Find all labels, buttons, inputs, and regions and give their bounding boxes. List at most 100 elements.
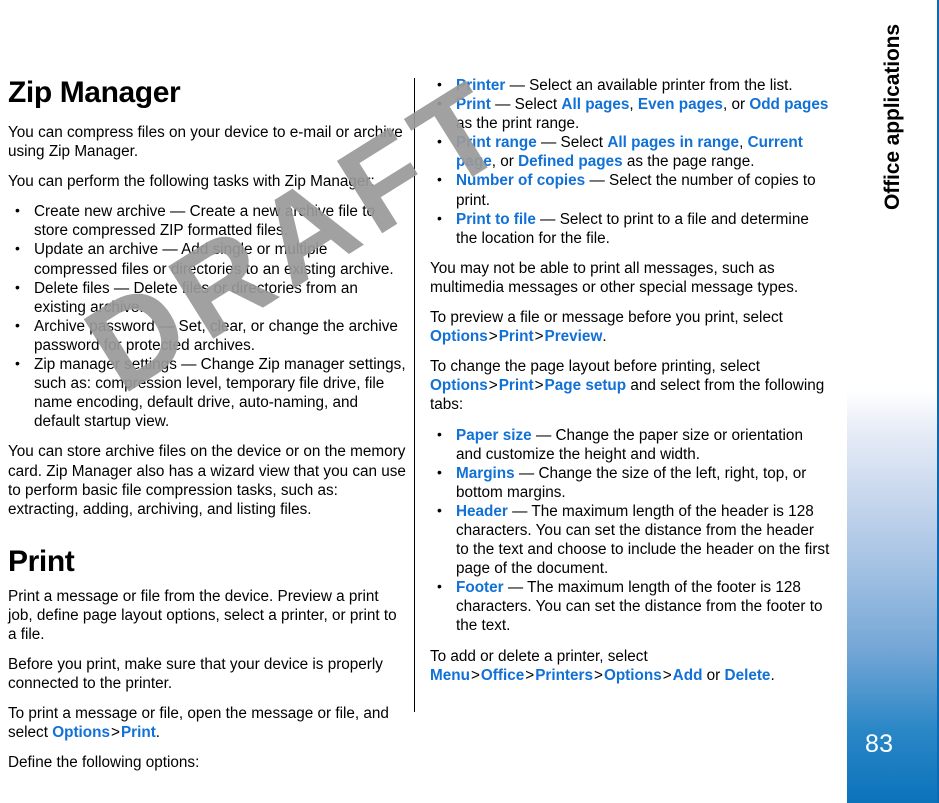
em-dash: —	[158, 317, 175, 335]
bullet-term: Update an archive	[34, 241, 159, 259]
tab-term-margins[interactable]: Margins	[456, 465, 515, 482]
path-separator: >	[534, 377, 544, 395]
print-intro-paragraph: Print a message or file from the device.…	[8, 587, 397, 643]
menu-path-options[interactable]: Options	[52, 724, 110, 741]
option-term-print[interactable]: Print	[456, 96, 491, 113]
em-dash: —	[181, 356, 197, 374]
bullet-term: Delete files	[34, 279, 110, 297]
howto-suffix: .	[155, 724, 161, 742]
list-item: Footer — The maximum length of the foote…	[430, 577, 830, 635]
bullet-term: Archive password	[34, 317, 155, 335]
page-content: Zip Manager You can compress files on yo…	[0, 0, 847, 803]
em-dash: —	[518, 464, 535, 482]
tab-term-paper-size[interactable]: Paper size	[456, 427, 532, 444]
option-term-print-to-file[interactable]: Print to file	[456, 211, 536, 228]
list-item: Number of copies — Select the number of …	[430, 170, 830, 209]
option-description: Select an available printer from the lis…	[529, 77, 793, 94]
intro-paragraph: You can compress files on your device to…	[8, 124, 403, 161]
menu-path-options[interactable]: Options	[430, 328, 488, 345]
tasks-lead: You can perform the following tasks with…	[8, 173, 375, 191]
option-text-after: as the print range.	[456, 115, 580, 133]
option-text-after: as the page range.	[622, 153, 755, 171]
path-separator: >	[662, 666, 672, 684]
menu-path-preview[interactable]: Preview	[545, 328, 603, 345]
em-dash: —	[162, 241, 178, 259]
option-term-number-of-copies[interactable]: Number of copies	[456, 172, 585, 189]
add-delete-printer-paragraph: To add or delete a printer, select Menu>…	[430, 647, 830, 685]
page-number: 83	[865, 730, 894, 758]
list-item: Margins — Change the size of the left, r…	[430, 463, 830, 502]
menu-path-options[interactable]: Options	[430, 377, 488, 394]
em-dash: —	[170, 203, 186, 221]
bullet-term: Zip manager settings	[34, 356, 177, 374]
manual-page: Zip Manager You can compress files on yo…	[0, 0, 939, 803]
action-add[interactable]: Add	[673, 667, 703, 684]
chapter-sidebar: Office applications 83	[847, 0, 939, 803]
preview-paragraph: To preview a file or message before you …	[430, 308, 830, 346]
menu-path-print[interactable]: Print	[499, 377, 534, 394]
section-heading-print: Print	[8, 544, 75, 578]
menu-path-printers[interactable]: Printers	[535, 667, 593, 684]
menu-path-page-setup[interactable]: Page setup	[545, 377, 627, 394]
page-layout-paragraph: To change the page layout before printin…	[430, 357, 830, 414]
path-separator: >	[470, 666, 480, 684]
list-item: Print — Select All pages, Even pages, or…	[430, 94, 830, 133]
em-dash: —	[495, 96, 511, 114]
chapter-title: Office applications	[881, 24, 904, 210]
preview-prefix: To preview a file or message before you …	[430, 309, 783, 327]
page-setup-tab-list: Paper size — Change the paper size or or…	[430, 424, 830, 636]
path-separator: >	[488, 328, 498, 346]
tab-term-header[interactable]: Header	[456, 503, 508, 520]
limitation-paragraph: You may not be able to print all message…	[430, 259, 799, 296]
define-options-lead: Define the following options:	[8, 754, 200, 772]
em-dash: —	[113, 279, 130, 297]
value-defined-pages[interactable]: Defined pages	[518, 153, 623, 170]
em-dash: —	[540, 210, 556, 228]
value-odd-pages[interactable]: Odd pages	[749, 96, 828, 113]
em-dash: —	[535, 426, 552, 444]
layout-prefix: To change the page layout before printin…	[430, 358, 760, 376]
add-delete-suffix: .	[770, 666, 775, 684]
em-dash: —	[507, 579, 524, 597]
menu-path-office[interactable]: Office	[481, 667, 524, 684]
em-dash: —	[541, 134, 557, 152]
page-title: Zip Manager	[8, 76, 181, 109]
zip-task-list: Create new archive — Create a new archiv…	[8, 201, 406, 431]
storage-paragraph: You can store archive files on the devic…	[8, 443, 406, 518]
left-column: Zip Manager You can compress files on yo…	[8, 76, 406, 773]
action-delete[interactable]: Delete	[725, 667, 771, 684]
path-separator: >	[525, 666, 535, 684]
conjunction: or	[702, 666, 725, 684]
value-all-pages-in-range[interactable]: All pages in range	[607, 134, 739, 151]
value-all-pages[interactable]: All pages	[561, 96, 629, 113]
option-text-before: Select	[560, 134, 608, 152]
list-item: Zip manager settings — Change Zip manage…	[8, 354, 406, 431]
tab-term-footer[interactable]: Footer	[456, 579, 504, 596]
bullet-term: Create new archive	[34, 203, 166, 221]
em-dash: —	[509, 77, 525, 94]
list-item: Create new archive — Create a new archiv…	[8, 201, 406, 240]
list-item: Header — The maximum length of the heade…	[430, 501, 830, 578]
right-column: Printer — Select an available printer fr…	[430, 75, 830, 685]
value-even-pages[interactable]: Even pages	[638, 96, 723, 113]
path-separator: >	[534, 328, 544, 346]
menu-path-menu[interactable]: Menu	[430, 667, 470, 684]
path-separator: >	[111, 724, 120, 742]
list-item: Printer — Select an available printer fr…	[430, 75, 830, 95]
option-term-printer[interactable]: Printer	[456, 77, 505, 94]
preview-suffix: .	[602, 328, 607, 346]
path-separator: >	[488, 377, 498, 395]
print-connection-paragraph: Before you print, make sure that your de…	[8, 656, 383, 693]
option-text-before: Select	[514, 96, 562, 114]
option-term-print-range[interactable]: Print range	[456, 134, 537, 151]
list-item: Delete files — Delete files or directori…	[8, 278, 406, 317]
list-item: Paper size — Change the paper size or or…	[430, 424, 830, 464]
print-howto-paragraph: To print a message or file, open the mes…	[8, 704, 406, 742]
add-delete-prefix: To add or delete a printer, select	[430, 647, 648, 665]
menu-path-print[interactable]: Print	[499, 328, 534, 345]
menu-path-options[interactable]: Options	[604, 667, 662, 684]
path-separator: >	[594, 666, 603, 684]
menu-path-print[interactable]: Print	[121, 724, 156, 741]
column-divider	[414, 78, 415, 712]
list-item: Print to file — Select to print to a fil…	[430, 209, 830, 248]
